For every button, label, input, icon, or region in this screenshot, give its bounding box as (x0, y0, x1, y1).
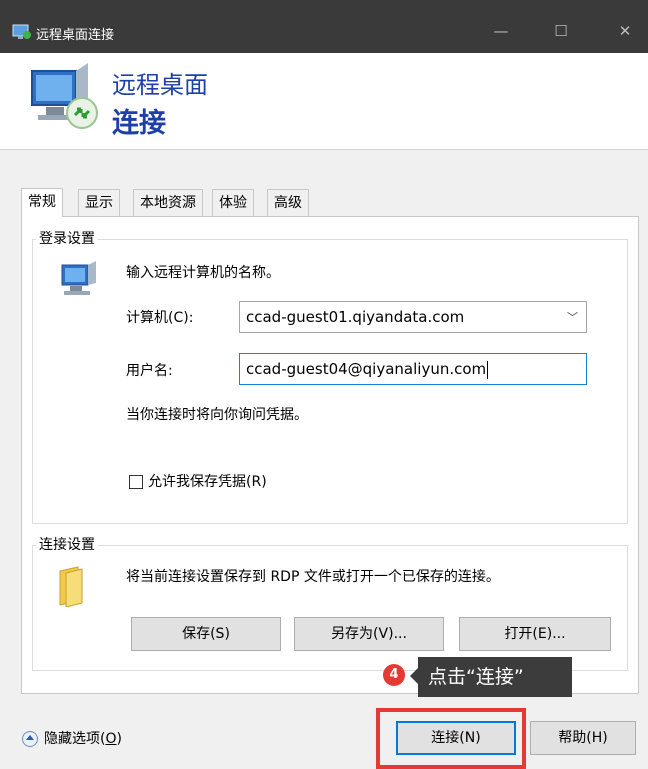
remote-desktop-app-icon (12, 24, 31, 39)
connection-settings-desc: 将当前连接设置保存到 RDP 文件或打开一个已保存的连接。 (126, 569, 500, 585)
save-button[interactable]: 保存(S) (131, 617, 281, 651)
computer-label: 计算机(C): (126, 310, 194, 326)
maximize-button[interactable]: ☐ (538, 14, 584, 48)
folder-icon (59, 566, 83, 607)
general-tab-panel: 登录设置 输入远程计算机的名称。 计算机(C): ccad-guest01.qi… (21, 216, 639, 694)
tab-display[interactable]: 显示 (78, 189, 120, 216)
tab-general[interactable]: 常规 (21, 188, 63, 217)
window-title: 远程桌面连接 (36, 28, 115, 43)
username-input[interactable]: ccad-guest04@qiyanaliyun.com (239, 353, 587, 385)
credential-note: 当你连接时将向你询问凭据。 (126, 407, 308, 423)
hide-options-link[interactable]: 隐藏选项(O) (44, 730, 122, 748)
close-button[interactable]: ✕ (602, 14, 648, 48)
computer-value: ccad-guest01.qiyandata.com (246, 308, 465, 326)
chevron-down-icon[interactable]: ﹀ (567, 309, 578, 325)
connection-settings-group (32, 545, 628, 671)
help-button[interactable]: 帮助(H) (530, 721, 636, 755)
login-intro-text: 输入远程计算机的名称。 (126, 265, 280, 281)
connection-settings-label: 连接设置 (36, 536, 98, 554)
open-button[interactable]: 打开(E)... (459, 617, 611, 651)
highlight-box (376, 708, 526, 769)
computer-combobox[interactable]: ccad-guest01.qiyandata.com ﹀ (239, 301, 587, 333)
instruction-tooltip: 点击“连接” (418, 657, 572, 697)
tooltip-pointer (410, 668, 418, 684)
title-bar: 远程桌面连接 — ☐ ✕ (0, 0, 648, 53)
minimize-button[interactable]: — (478, 14, 524, 48)
remote-desktop-monitor-icon (31, 63, 98, 129)
save-as-button[interactable]: 另存为(V)... (294, 617, 444, 651)
banner-title-line2: 连接 (112, 108, 166, 139)
computer-icon (61, 261, 96, 295)
save-credentials-checkbox[interactable] (129, 475, 143, 489)
banner-title-line1: 远程桌面 (112, 71, 208, 99)
header-banner: 远程桌面 连接 (0, 53, 648, 150)
tab-experience[interactable]: 体验 (212, 189, 254, 216)
username-label: 用户名: (126, 363, 173, 379)
tab-local-resources[interactable]: 本地资源 (133, 189, 203, 216)
save-credentials-label[interactable]: 允许我保存凭据(R) (148, 473, 267, 491)
tab-advanced[interactable]: 高级 (267, 189, 309, 216)
login-settings-label: 登录设置 (36, 230, 98, 248)
username-value: ccad-guest04@qiyanaliyun.com (246, 360, 487, 378)
step-number-badge: 4 (383, 664, 405, 686)
text-caret (487, 360, 489, 379)
collapse-options-icon[interactable] (22, 731, 38, 747)
